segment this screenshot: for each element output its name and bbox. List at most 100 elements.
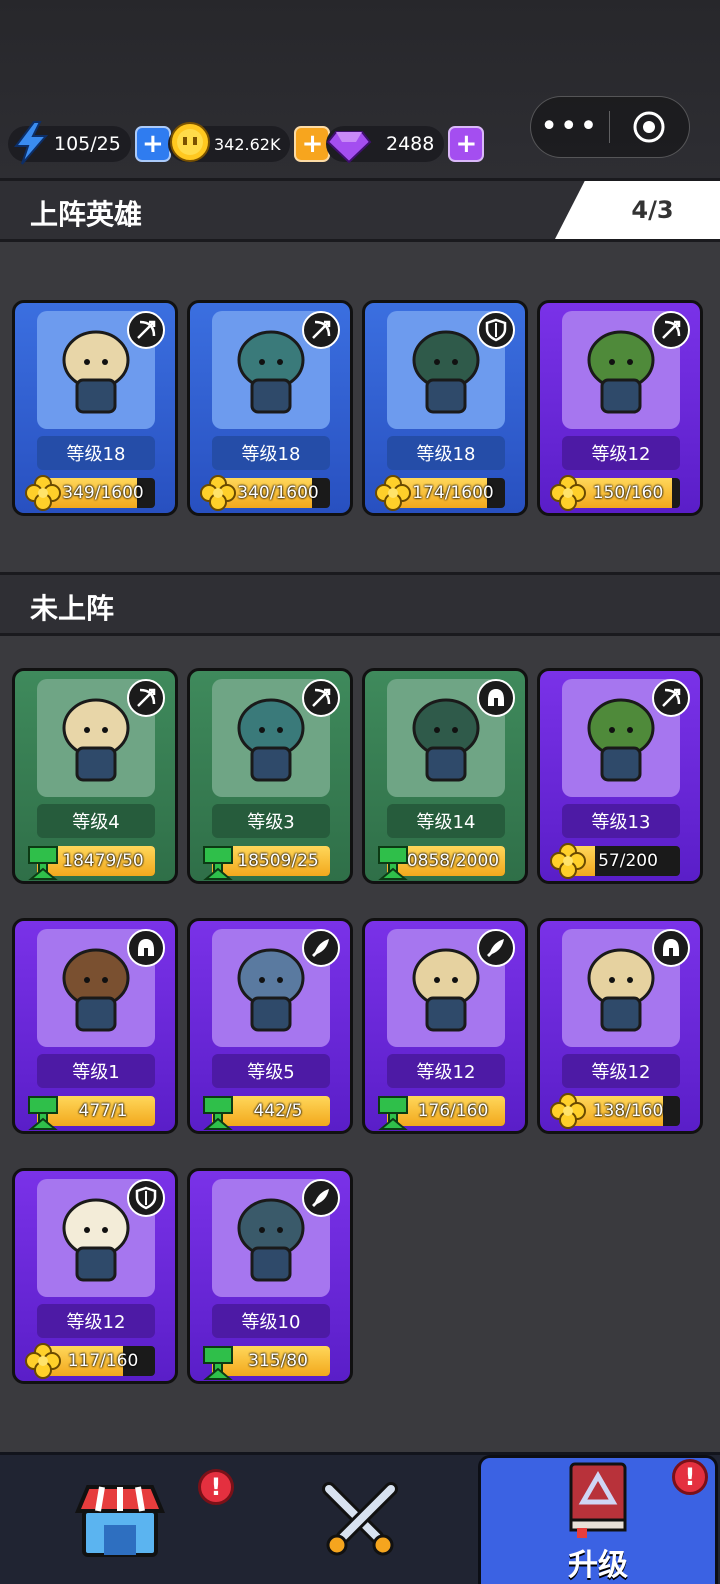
coin-value: 342.62K [214, 134, 281, 154]
trophy-icon [373, 1091, 413, 1131]
trophy-icon [23, 841, 63, 881]
helmet-icon [652, 929, 690, 967]
clover-icon [373, 473, 413, 513]
deployed-area: 等级18 349/1600 等级18 340/1600 等级18 174/1600 等级12… [0, 242, 720, 572]
hero-card[interactable]: 等级1 477/1 [12, 918, 178, 1134]
progress-text: 57/200 [598, 851, 658, 871]
hero-level: 等级10 [212, 1304, 330, 1338]
progress-text: 18509/25 [237, 851, 319, 871]
close-target-icon[interactable] [610, 110, 690, 144]
hero-card[interactable]: 等级18 174/1600 [362, 300, 528, 516]
progress-text: 150/160 [592, 483, 664, 503]
hero-card[interactable]: 等级18 349/1600 [12, 300, 178, 516]
sword-icon [302, 929, 340, 967]
sword-icon [302, 1179, 340, 1217]
sword-icon [477, 929, 515, 967]
bow-icon [302, 679, 340, 717]
shield-icon [477, 311, 515, 349]
clover-icon [198, 473, 238, 513]
hero-card[interactable]: 等级10 315/80 [187, 1168, 353, 1384]
deployed-count: 4/3 [555, 181, 720, 239]
mini-program-capsule: ••• [530, 96, 690, 158]
add-gems-button[interactable]: + [448, 126, 485, 162]
lightning-icon [14, 121, 49, 165]
hero-level: 等级13 [562, 804, 680, 838]
bow-icon [652, 679, 690, 717]
helmet-icon [127, 929, 165, 967]
shop-alert-badge: ! [198, 1469, 234, 1505]
hero-card[interactable]: 等级3 18509/25 [187, 668, 353, 884]
bow-icon [127, 311, 165, 349]
add-energy-button[interactable]: + [134, 126, 171, 162]
top-bar: 105/25 + 342.62K + 2488 + ••• [0, 0, 720, 180]
coin-icon [170, 122, 210, 162]
hero-level: 等级18 [37, 436, 155, 470]
progress-text: 174/1600 [412, 483, 494, 503]
coin-counter: 342.62K + [168, 122, 331, 164]
hero-level: 等级12 [562, 1054, 680, 1088]
more-menu-icon[interactable]: ••• [531, 112, 609, 142]
clover-icon [548, 473, 588, 513]
deployed-title: 上阵英雄 [30, 198, 143, 231]
hero-card[interactable]: 等级18 340/1600 [187, 300, 353, 516]
helmet-icon [477, 679, 515, 717]
hero-level: 等级5 [212, 1054, 330, 1088]
progress-text: 18479/50 [62, 851, 144, 871]
trophy-icon [198, 1341, 238, 1381]
gem-counter: 2488 + [326, 124, 485, 164]
crossed-swords-icon [322, 1482, 398, 1556]
upgrade-alert-badge: ! [672, 1459, 708, 1495]
progress-text: 442/5 [253, 1101, 303, 1121]
progress-text: 349/1600 [62, 483, 144, 503]
clover-icon [23, 1341, 63, 1381]
clover-icon [23, 473, 63, 513]
hero-level: 等级4 [37, 804, 155, 838]
clover-icon [548, 1091, 588, 1131]
trophy-icon [198, 1091, 238, 1131]
hero-level: 等级14 [387, 804, 505, 838]
hero-card[interactable]: 等级4 18479/50 [12, 668, 178, 884]
progress-text: 0858/2000 [406, 851, 500, 871]
hero-level: 等级12 [387, 1054, 505, 1088]
bottom-navigation: ! 升级 ! [0, 1452, 720, 1584]
shield-icon [127, 1179, 165, 1217]
bow-icon [652, 311, 690, 349]
hero-level: 等级3 [212, 804, 330, 838]
progress-text: 315/80 [248, 1351, 308, 1371]
deployed-heroes-header: 上阵英雄 4/3 [0, 178, 720, 242]
hero-card[interactable]: 等级12 150/160 [537, 300, 703, 516]
hero-card[interactable]: 等级12 117/160 [12, 1168, 178, 1384]
hero-level: 等级1 [37, 1054, 155, 1088]
progress-text: 176/160 [417, 1101, 489, 1121]
progress-text: 117/160 [67, 1351, 139, 1371]
clover-icon [548, 841, 588, 881]
progress-text: 340/1600 [237, 483, 319, 503]
hero-level: 等级18 [387, 436, 505, 470]
upgrade-book-icon [569, 1462, 627, 1538]
reserve-title: 未上阵 [30, 592, 115, 625]
hero-level: 等级18 [212, 436, 330, 470]
hero-card[interactable]: 等级14 0858/2000 [362, 668, 528, 884]
hero-level: 等级12 [37, 1304, 155, 1338]
energy-value: 105/25 [54, 133, 121, 155]
energy-counter: 105/25 + [8, 121, 171, 165]
reserve-area: 等级4 18479/50 等级3 18509/25 等级14 0858/2000 等级13 5… [0, 636, 720, 1452]
hero-card[interactable]: 等级5 442/5 [187, 918, 353, 1134]
hero-card[interactable]: 等级12 138/160 [537, 918, 703, 1134]
upgrade-tab-label: 升级 [568, 1547, 628, 1583]
hero-card[interactable]: 等级12 176/160 [362, 918, 528, 1134]
trophy-icon [198, 841, 238, 881]
progress-text: 477/1 [78, 1101, 128, 1121]
bow-icon [127, 679, 165, 717]
battle-tab[interactable] [240, 1455, 480, 1584]
hero-level: 等级12 [562, 436, 680, 470]
gem-icon [326, 131, 372, 164]
reserve-heroes-header: 未上阵 [0, 572, 720, 636]
trophy-icon [23, 1091, 63, 1131]
gem-value: 2488 [386, 133, 435, 155]
shop-icon [75, 1485, 165, 1557]
progress-text: 138/160 [592, 1101, 664, 1121]
bow-icon [302, 311, 340, 349]
hero-card[interactable]: 等级13 57/200 [537, 668, 703, 884]
trophy-icon [373, 841, 413, 881]
